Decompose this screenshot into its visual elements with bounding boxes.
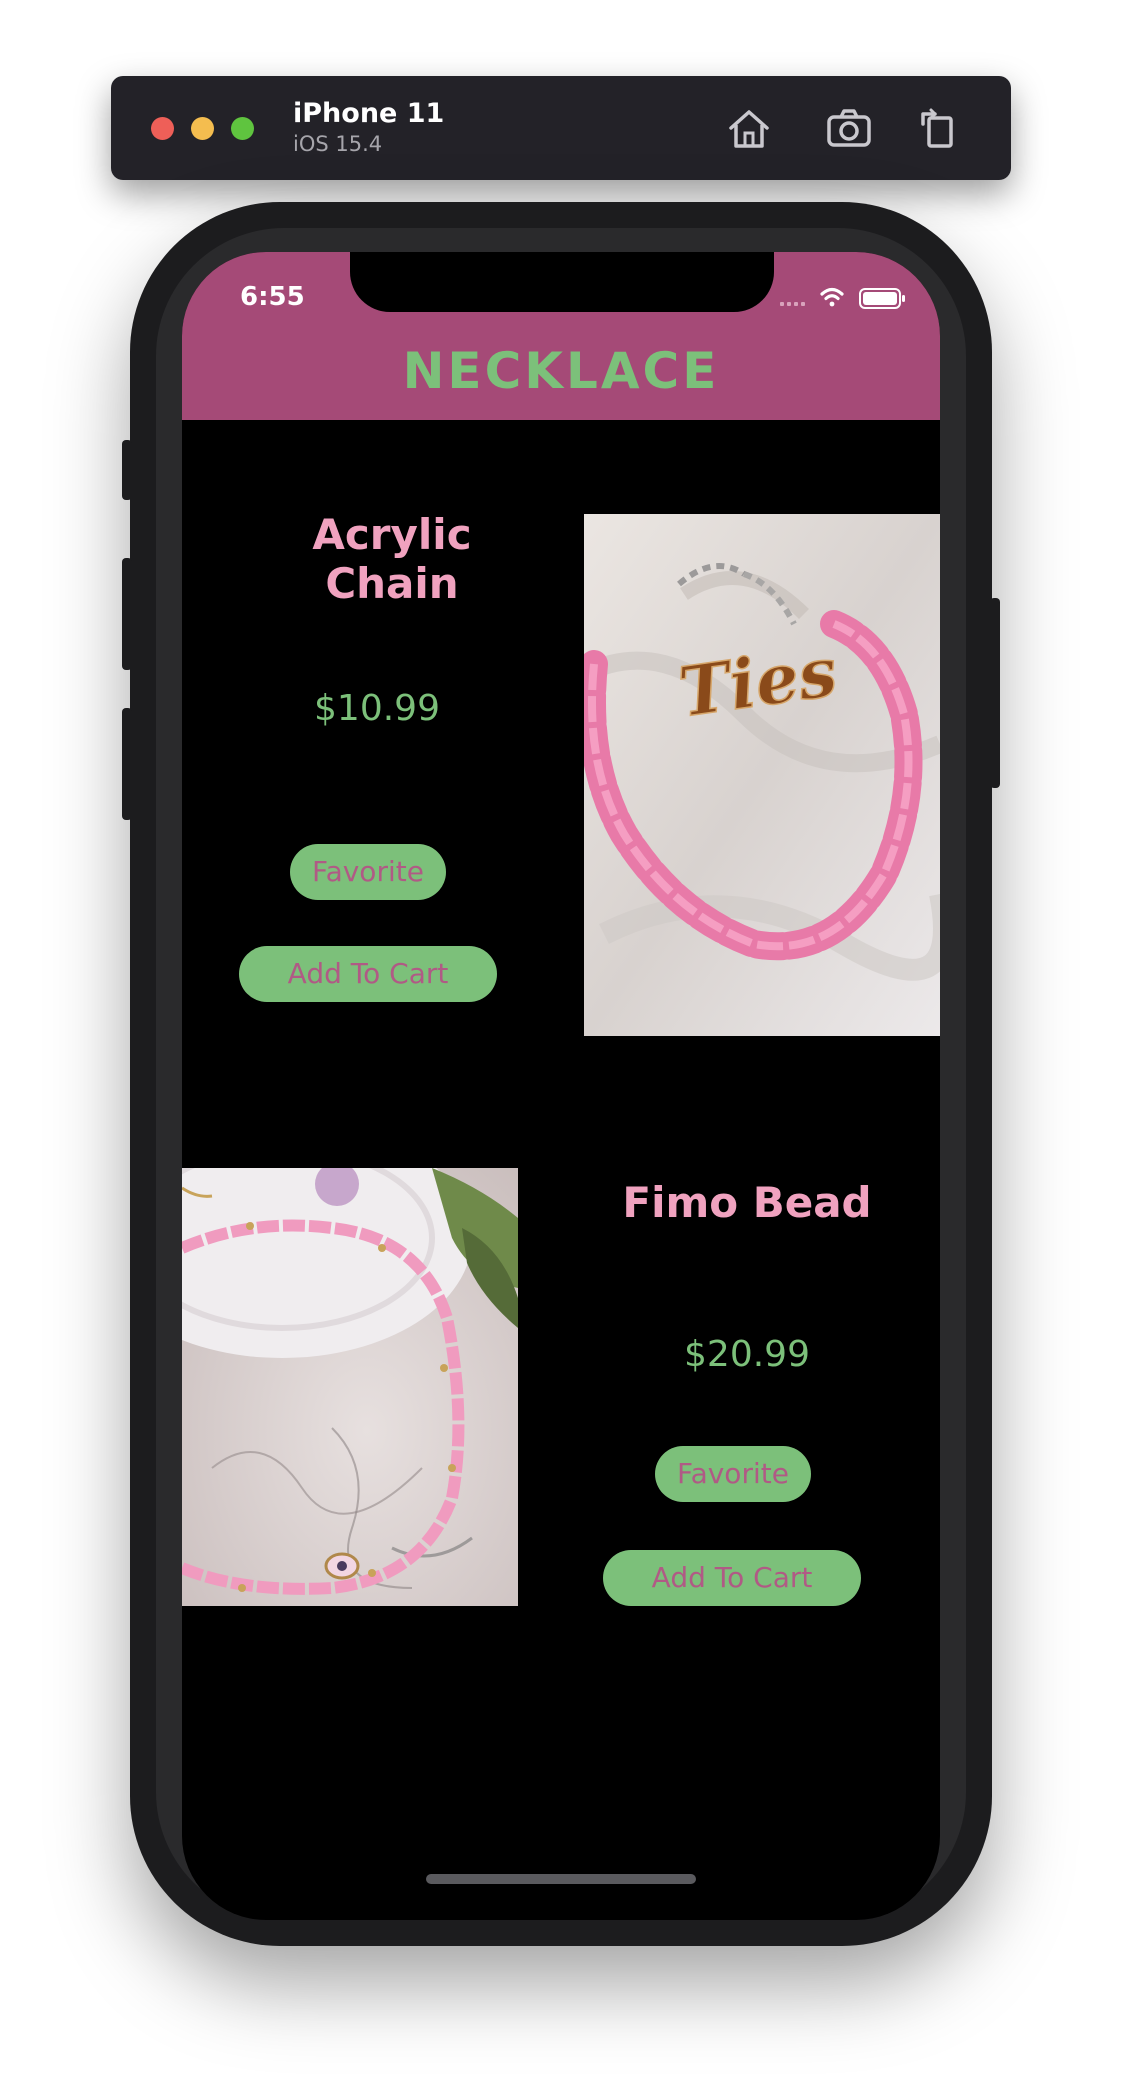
status-time: 6:55 — [240, 282, 305, 312]
add-to-cart-button[interactable]: Add To Cart — [239, 946, 497, 1002]
navigation-bar: 6:55 NECKLACE — [182, 252, 940, 420]
acrylic-chain-photo: Ties — [584, 514, 940, 1036]
product-title: Acrylic Chain — [312, 510, 472, 608]
product-price: $20.99 — [684, 1334, 810, 1375]
rotate-icon[interactable] — [911, 100, 967, 156]
wifi-icon — [820, 287, 844, 307]
product-title: Fimo Bead — [622, 1178, 872, 1227]
favorite-button[interactable]: Favorite — [655, 1446, 811, 1502]
volume-down-button — [122, 708, 132, 820]
status-icons — [780, 287, 905, 309]
notch — [350, 252, 774, 312]
simulator-toolbar: iPhone 11 iOS 15.4 — [111, 76, 1011, 180]
fimo-bead-photo — [182, 1168, 518, 1606]
home-indicator[interactable] — [426, 1874, 696, 1884]
os-version: iOS 15.4 — [293, 132, 383, 156]
battery-icon — [859, 288, 905, 309]
minimize-window-button[interactable] — [191, 117, 214, 140]
favorite-button[interactable]: Favorite — [290, 844, 446, 900]
zoom-window-button[interactable] — [231, 117, 254, 140]
close-window-button[interactable] — [151, 117, 174, 140]
page-title: NECKLACE — [402, 342, 720, 400]
volume-up-button — [122, 558, 132, 670]
device-name: iPhone 11 — [293, 98, 445, 129]
product-price: $10.99 — [314, 688, 440, 729]
power-button — [990, 598, 1000, 788]
cellular-icon — [780, 302, 805, 306]
home-icon[interactable] — [721, 100, 777, 156]
add-to-cart-button[interactable]: Add To Cart — [603, 1550, 861, 1606]
screenshot-icon[interactable] — [821, 100, 877, 156]
app-screen: 6:55 NECKLACE Acrylic Chain $10.99 Favor… — [182, 252, 940, 1920]
silent-switch — [122, 440, 132, 500]
